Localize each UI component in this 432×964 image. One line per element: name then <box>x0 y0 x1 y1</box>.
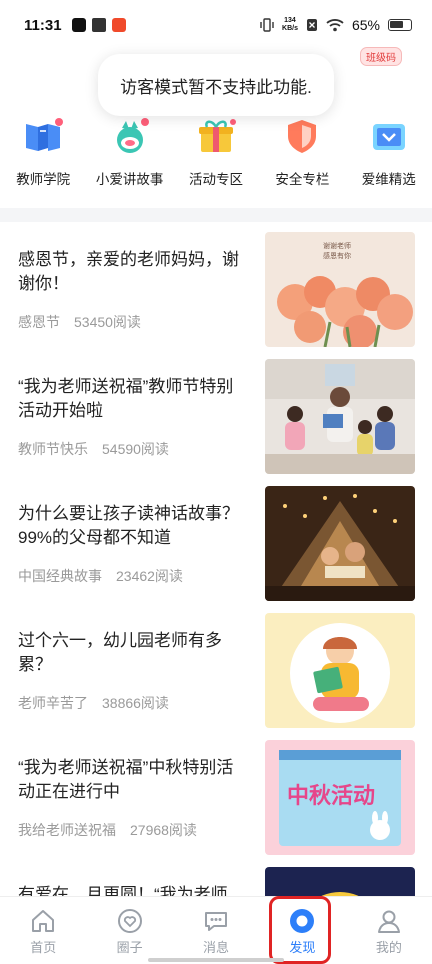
article-reads: 27968阅读 <box>130 822 197 838</box>
article-tag: 教师节快乐 <box>18 441 88 457</box>
tab-messages[interactable]: 消息 <box>173 897 259 964</box>
article-reads: 54590阅读 <box>102 441 169 457</box>
article-card[interactable]: 感恩节，亲爱的老师妈妈，谢谢你！ 感恩节 53450阅读 谢谢老师 感恩有你 <box>0 230 432 357</box>
quick-link-label: 教师学院 <box>16 172 71 187</box>
shield-icon <box>288 120 317 153</box>
svg-text:感恩有你: 感恩有你 <box>323 251 351 260</box>
quick-links: 教师学院 小爱讲故事 活动专区 安全专栏 爱维精选 <box>0 114 432 194</box>
article-title: “我为老师送祝福”教师节特别活动开始啦 <box>18 377 234 420</box>
article-feed: 感恩节，亲爱的老师妈妈，谢谢你！ 感恩节 53450阅读 谢谢老师 感恩有你 “… <box>0 230 432 964</box>
article-thumbnail: 中秋活动 <box>265 740 415 855</box>
quick-link-label: 小爱讲故事 <box>95 172 164 187</box>
message-icon <box>205 912 228 931</box>
quick-link-label: 活动专区 <box>188 172 243 187</box>
article-card[interactable]: 为什么要让孩子读神话故事？99%的父母都不知道 中国经典故事 23462阅读 <box>0 484 432 611</box>
quick-link-label: 安全专栏 <box>275 172 330 187</box>
article-reads: 23462阅读 <box>116 568 183 584</box>
home-icon <box>32 910 55 932</box>
quick-link-selected[interactable]: 爱维精选 <box>346 114 432 194</box>
article-thumbnail: 谢谢老师 感恩有你 <box>265 232 415 347</box>
section-divider <box>0 208 432 222</box>
quick-link-label: 爱维精选 <box>361 172 416 187</box>
article-meta: 老师辛苦了 38866阅读 <box>18 693 169 713</box>
article-card[interactable]: “我为老师送祝福”教师节特别活动开始啦 教师节快乐 54590阅读 <box>0 357 432 484</box>
tab-home[interactable]: 首页 <box>0 897 86 964</box>
quick-link-activities[interactable]: 活动专区 <box>173 114 259 194</box>
article-meta: 感恩节 53450阅读 <box>18 312 141 332</box>
tab-circle[interactable]: 圈子 <box>86 897 172 964</box>
heart-icon <box>117 909 142 933</box>
no-sim-icon <box>306 19 317 31</box>
network-speed-value: 134 <box>284 17 296 24</box>
gift-icon <box>198 119 236 152</box>
tab-label: 首页 <box>30 940 57 955</box>
tab-label: 圈子 <box>116 940 143 955</box>
bottom-tab-bar: 首页 圈子 消息 发现 我的 <box>0 896 432 964</box>
shop-notification-icon <box>111 18 126 32</box>
article-meta: 教师节快乐 54590阅读 <box>18 439 169 459</box>
quick-link-safety[interactable]: 安全专栏 <box>259 114 345 194</box>
article-title: 为什么要让孩子读神话故事？99%的父母都不知道 <box>18 504 239 547</box>
discover-tab-highlight <box>269 896 331 964</box>
article-tag: 老师辛苦了 <box>18 695 88 711</box>
article-tag: 我给老师送祝福 <box>18 822 116 838</box>
quick-link-story[interactable]: 小爱讲故事 <box>86 114 172 194</box>
svg-text:中秋活动: 中秋活动 <box>287 784 375 809</box>
article-title: “我为老师送祝福”中秋特别活动正在进行中 <box>18 758 234 801</box>
article-reads: 53450阅读 <box>74 314 141 330</box>
article-reads: 38866阅读 <box>102 695 169 711</box>
tab-label: 我的 <box>375 940 402 955</box>
app-notification-icon <box>91 18 106 32</box>
article-title: 过个六一，幼儿园老师有多累？ <box>18 631 222 674</box>
article-card[interactable]: 过个六一，幼儿园老师有多累？ 老师辛苦了 38866阅读 <box>0 611 432 738</box>
tv-icon <box>372 124 405 150</box>
tab-label: 消息 <box>203 940 230 955</box>
article-thumbnail <box>265 613 415 728</box>
toast-message: 访客模式暂不支持此功能. <box>98 54 334 116</box>
article-title: 感恩节，亲爱的老师妈妈，谢谢你！ <box>18 250 239 293</box>
book-icon <box>26 118 64 151</box>
profile-icon <box>377 910 400 933</box>
article-thumbnail <box>265 486 415 601</box>
article-meta: 中国经典故事 23462阅读 <box>18 566 183 586</box>
article-tag: 中国经典故事 <box>18 568 102 584</box>
quick-link-teacher-academy[interactable]: 教师学院 <box>0 114 86 194</box>
article-tag: 感恩节 <box>18 314 60 330</box>
article-meta: 我给老师送祝福 27968阅读 <box>18 820 197 840</box>
status-time: 11:31 <box>24 16 62 34</box>
battery-percent: 65% <box>351 17 380 33</box>
battery-icon <box>388 19 412 31</box>
mascot-icon <box>116 118 149 153</box>
tiktok-notification-icon <box>71 18 86 32</box>
wifi-icon <box>326 19 344 32</box>
article-card[interactable]: “我为老师送祝福”中秋特别活动正在进行中 我给老师送祝福 27968阅读 中秋活… <box>0 738 432 865</box>
network-speed: 134 KB/s <box>282 17 298 33</box>
class-code-badge[interactable]: 班级码 <box>360 47 402 66</box>
home-indicator[interactable] <box>148 958 284 962</box>
article-thumbnail <box>265 359 415 474</box>
tab-profile[interactable]: 我的 <box>346 897 432 964</box>
vibrate-icon <box>260 18 274 32</box>
status-bar: 11:31 134 KB/s 65% <box>0 0 432 50</box>
network-speed-unit: KB/s <box>282 25 298 32</box>
svg-text:谢谢老师: 谢谢老师 <box>323 241 351 250</box>
